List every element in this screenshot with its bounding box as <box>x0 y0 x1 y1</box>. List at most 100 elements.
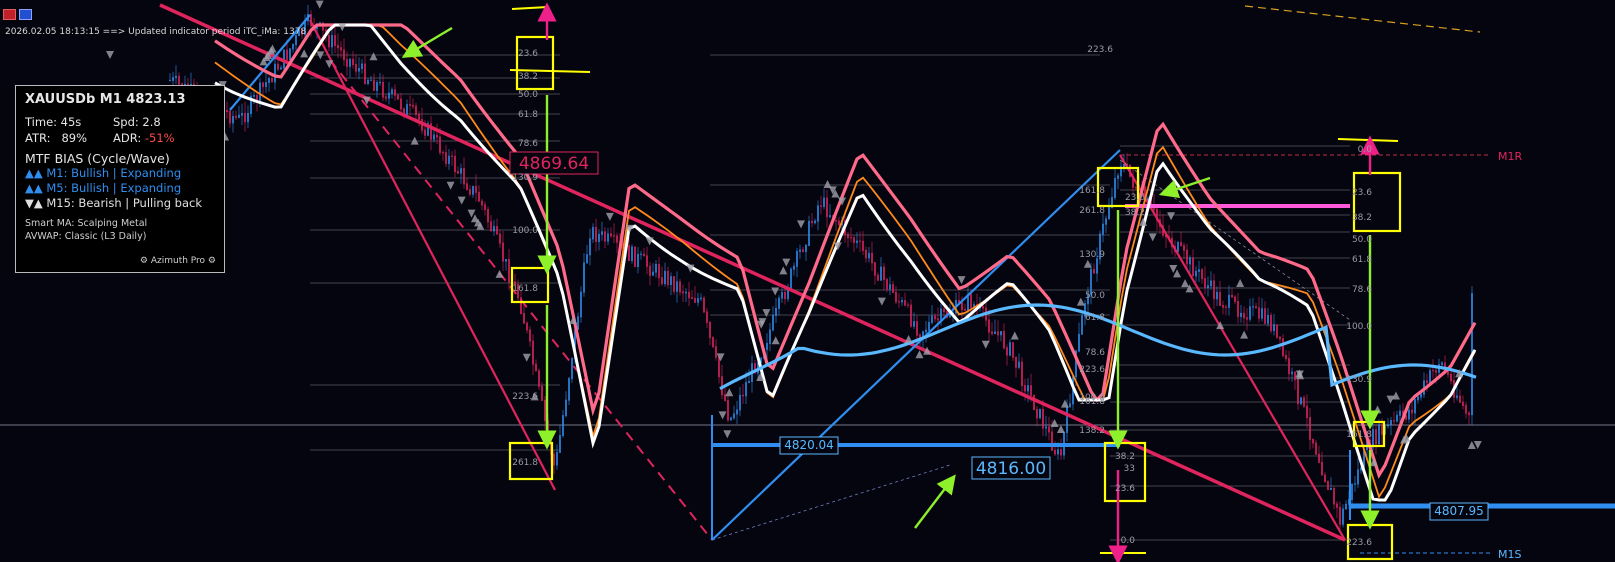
fractal-down-marker <box>877 297 886 306</box>
info-row-atr: ATR: 89% ADR: -51% <box>25 131 215 145</box>
bias-m1: ▲▲ M1: Bullish | Expanding <box>25 166 182 180</box>
price-label-text: 4807.95 <box>1434 504 1484 518</box>
fib-label: 223.6 <box>1079 365 1105 375</box>
dashed-gold-line <box>1244 5 1481 33</box>
fractal-down-marker <box>957 276 966 285</box>
fractal-down-marker <box>605 212 614 221</box>
fractal-up-marker <box>369 52 378 61</box>
fractal-down-marker <box>981 340 990 349</box>
fib-label: 38.2 <box>518 72 538 82</box>
fractal-down-marker <box>1148 233 1157 242</box>
fractal-down-marker <box>723 430 732 439</box>
fractal-down-marker <box>338 23 347 32</box>
fib-label: 33 <box>1124 464 1135 474</box>
fractal-up-marker <box>300 49 309 58</box>
fractal-up-marker <box>410 136 419 145</box>
fractal-up-marker <box>1010 331 1019 340</box>
adr-value: -51% <box>144 131 175 145</box>
fractal-up-marker <box>1240 330 1249 339</box>
fib-label: 23.6 <box>1115 484 1135 494</box>
fib-label: 223.6 <box>1087 45 1113 55</box>
fractal-up-marker <box>268 44 277 53</box>
fib-label: 38.2 <box>1352 213 1372 223</box>
brand-label: ⚙ Azimuth Pro ⚙ <box>139 256 216 266</box>
spread-label: Spd: 2.8 <box>113 115 161 129</box>
price-label-text: 4869.64 <box>519 154 589 174</box>
fib-label: 78.6 <box>1085 348 1105 358</box>
fractal-down-marker <box>522 353 531 362</box>
fractal-down-marker <box>718 411 727 420</box>
fib-label: 23.6 <box>518 49 538 59</box>
fractal-down-marker <box>106 51 115 59</box>
fib-label: 23.6 <box>1125 193 1145 203</box>
ma-white <box>214 23 1477 502</box>
fractal-up-marker <box>725 388 734 397</box>
fractal-down-marker <box>457 196 466 205</box>
fractal-down-marker <box>796 220 805 229</box>
fractal-down-marker <box>782 258 791 267</box>
ma-pink <box>214 23 1477 479</box>
fib-label: 261.8 <box>512 458 538 468</box>
fractal-down-marker <box>762 309 771 318</box>
info-title: XAUUSDb M1 4823.13 <box>25 92 186 107</box>
adr-group: ADR: -51% <box>113 131 175 145</box>
price-chart[interactable]: 4869.644861.004820.044816.004807.95M1RM1… <box>0 0 1615 562</box>
fib-label: 50.0 <box>1352 235 1372 245</box>
fib-label: 23.6 <box>1352 188 1372 198</box>
fractal-down-marker <box>446 181 455 190</box>
fractal-down-marker <box>315 0 324 9</box>
fib-label: 223.6 <box>1346 538 1372 548</box>
fib-label: 61.8 <box>1085 313 1105 323</box>
fractal-up-marker <box>779 266 788 275</box>
fib-label: 0.0 <box>1121 536 1136 546</box>
green-arrow <box>401 26 453 58</box>
fractal-up-marker <box>771 336 780 345</box>
fib-label: 261.8 <box>1079 206 1105 216</box>
atr-value: 89% <box>61 131 88 145</box>
info-row-time: Time: 45s Spd: 2.8 <box>25 115 215 129</box>
dotted-link <box>711 464 951 541</box>
green-arrow <box>914 474 956 529</box>
bias-m15: ▼▲ M15: Bearish | Pulling back <box>25 196 203 210</box>
fib-label: 161.8 <box>1079 186 1105 196</box>
fractal-up-marker <box>1083 259 1092 268</box>
m1s-label: M1S <box>1498 548 1521 561</box>
fib-label: 161.8 <box>1079 397 1105 407</box>
bias-m5: ▲▲ M5: Bullish | Expanding <box>25 181 182 195</box>
atr-label: ATR: <box>25 131 51 145</box>
fib-label: 50.0 <box>518 90 538 100</box>
bear-leg-right <box>1119 154 1346 541</box>
fib-label: 61.8 <box>518 110 538 120</box>
adr-label: ADR: <box>113 131 142 145</box>
time-label: Time: 45s <box>25 115 82 129</box>
avwap-label: AVWAP: Classic (L3 Daily) <box>25 231 147 242</box>
fib-label: 61.8 <box>1352 255 1372 265</box>
main-bear-trendline <box>159 3 1346 542</box>
status-line: 2026.02.05 18:13:15 ==> Updated indicato… <box>5 27 307 37</box>
fractal-down-marker <box>771 287 780 296</box>
yellow-mark <box>1337 138 1399 142</box>
fractal-up-marker <box>915 350 924 359</box>
fib-label: 100.0 <box>1346 322 1372 332</box>
fib-label: 78.6 <box>518 139 538 149</box>
fractal-down-marker <box>716 353 725 362</box>
fib-label: 161.8 <box>512 284 538 294</box>
fib-label: 130.9 <box>512 173 538 183</box>
fib-label: 138.2 <box>1079 426 1105 436</box>
fib-label: 78.6 <box>1352 285 1372 295</box>
fractal-up-marker <box>1373 405 1382 414</box>
fractal-up-marker <box>1076 297 1085 306</box>
bear-dashed-leg <box>329 59 713 541</box>
fib-label: 130.9 <box>1079 250 1105 260</box>
fib-label: 0.0 <box>1358 145 1373 155</box>
price-label-text: 4816.00 <box>976 459 1046 479</box>
info-panel: XAUUSDb M1 4823.13 Time: 45s Spd: 2.8 AT… <box>15 85 225 273</box>
fractal-up-marker <box>495 269 504 278</box>
m1r-label: M1R <box>1498 150 1522 163</box>
fib-grid-layer <box>0 5 1615 554</box>
fib-label: 50.0 <box>1085 291 1105 301</box>
fib-label: 161.8 <box>1346 430 1372 440</box>
fib-label: 38.2 <box>1115 452 1135 462</box>
fib-label: 38.2 <box>1125 208 1145 218</box>
fractal-down-marker <box>1167 212 1176 221</box>
